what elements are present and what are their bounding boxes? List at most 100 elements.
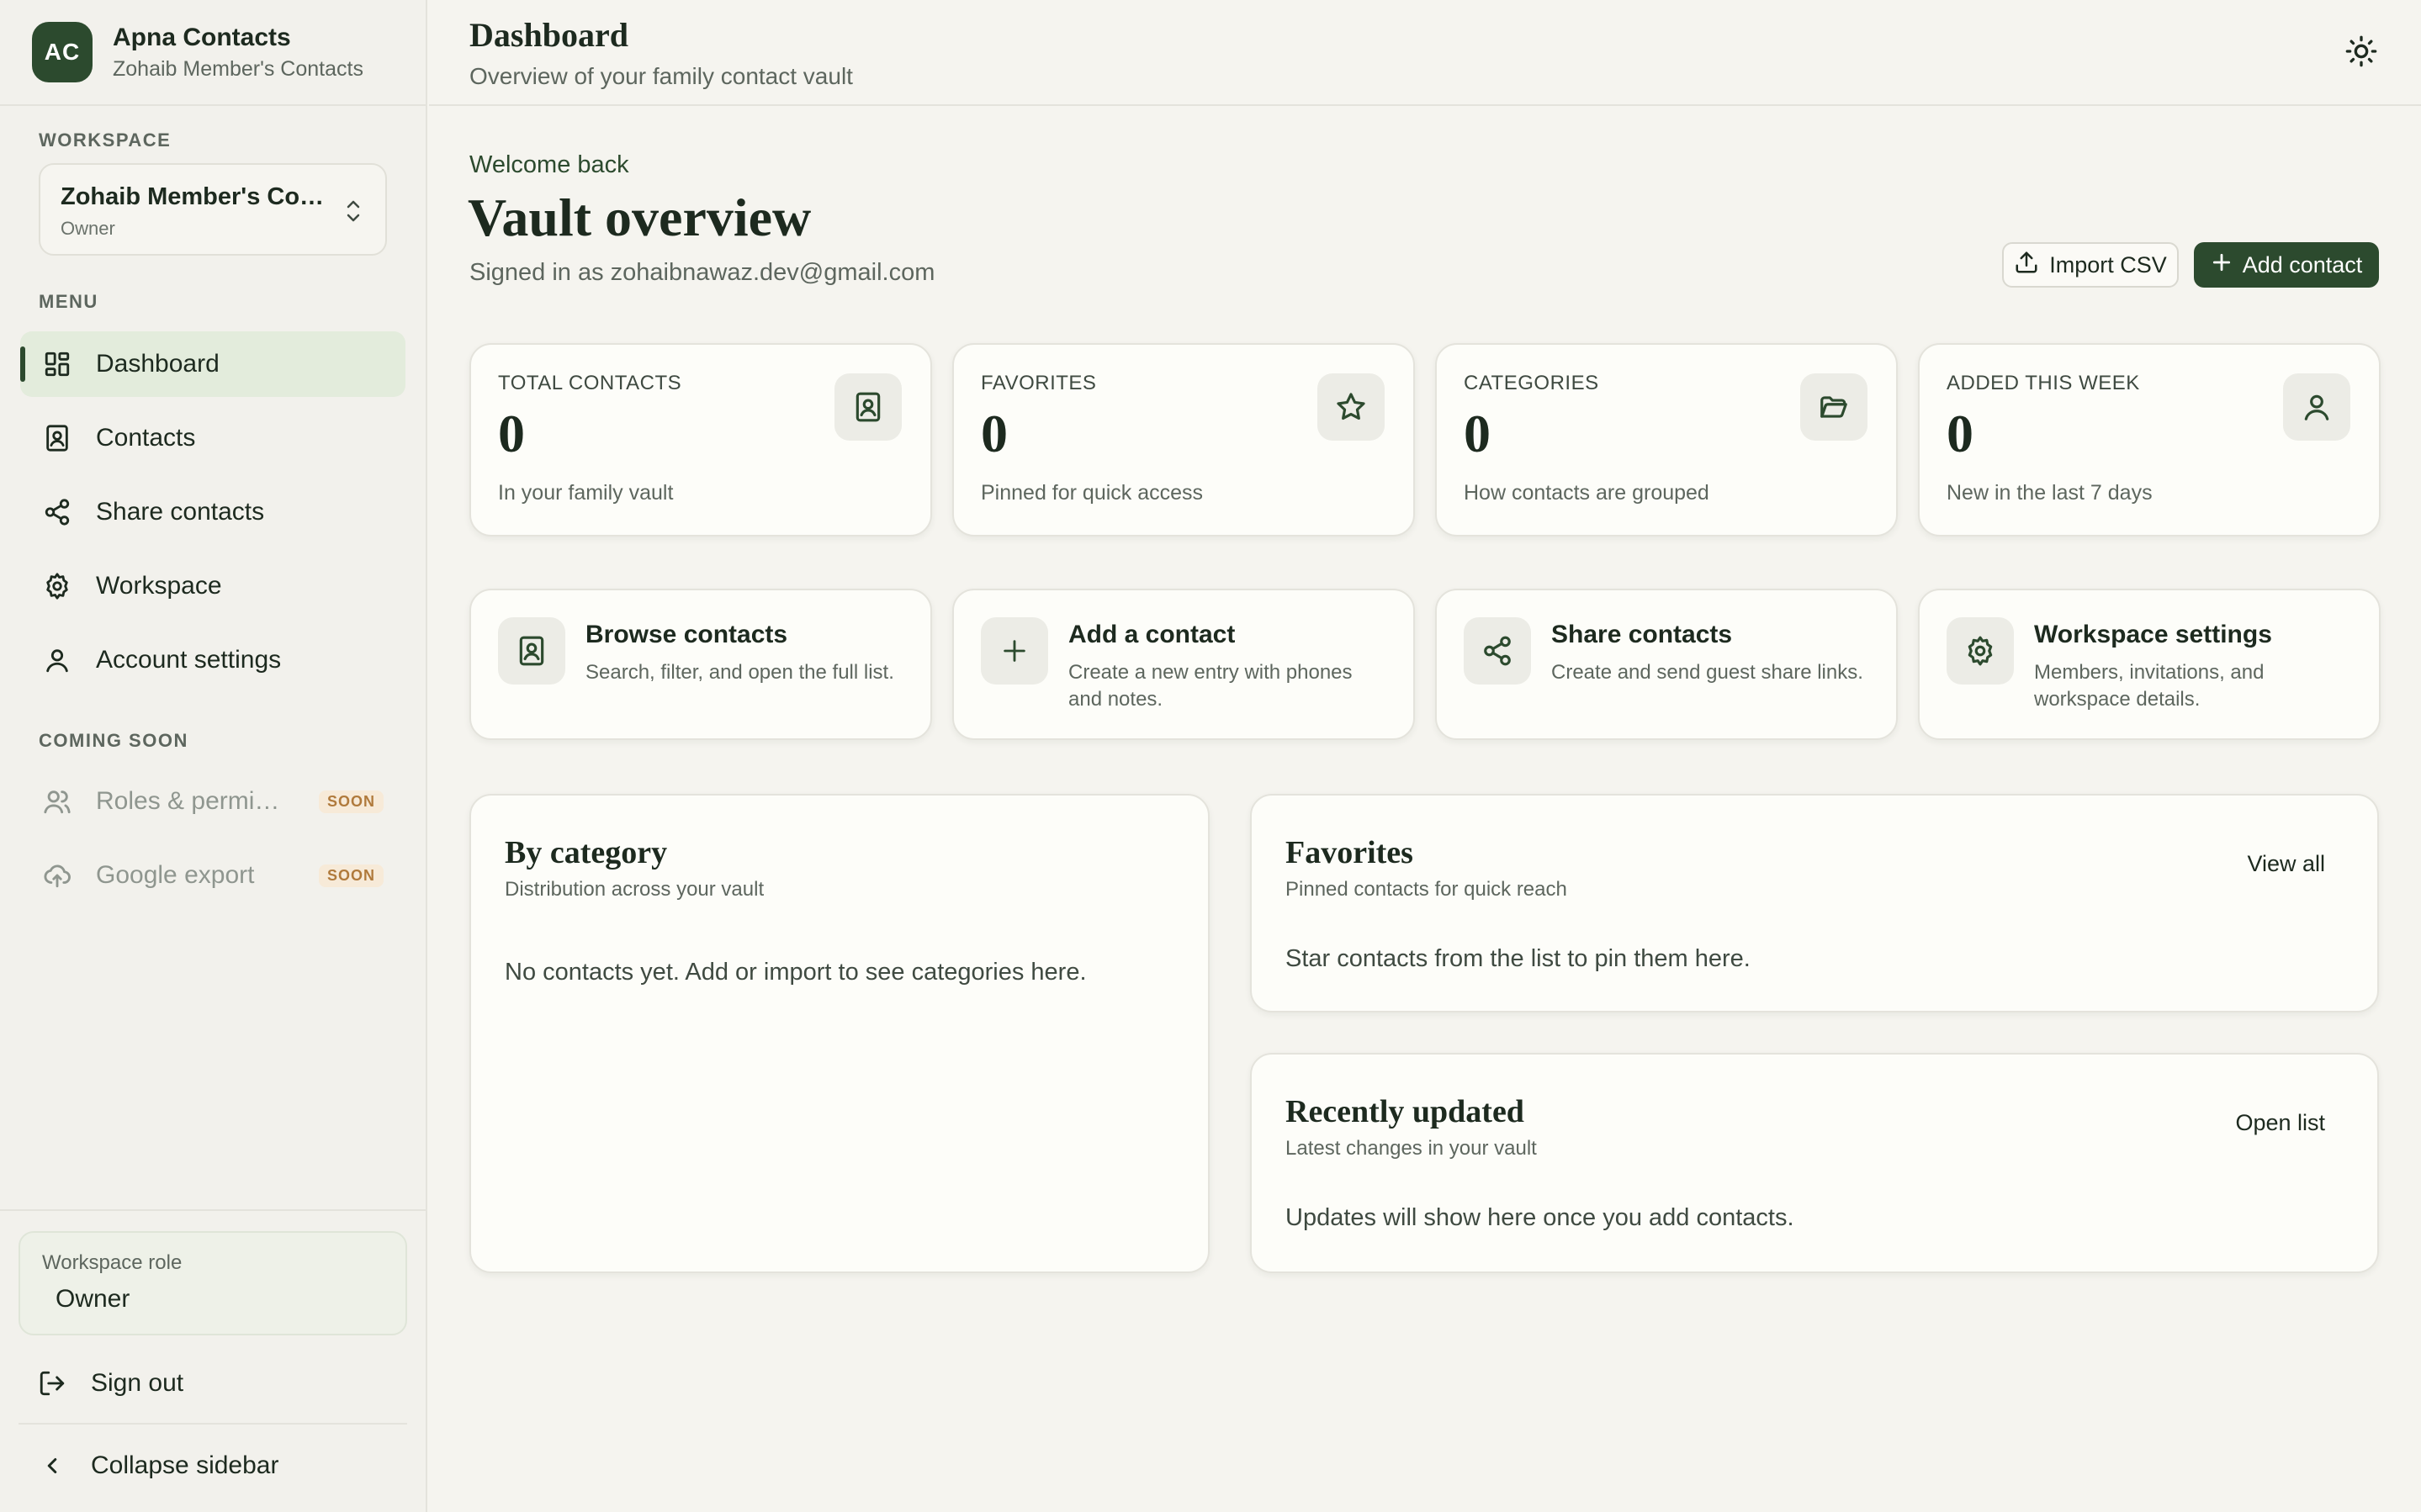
share-icon [1464,617,1531,685]
stat-card-total-contacts: TOTAL CONTACTS 0 In your family vault [469,343,932,537]
user-icon [2283,373,2350,441]
sign-out-label: Sign out [91,1369,184,1397]
workspace-role-box: Workspace role Owner [19,1231,407,1335]
share-icon [40,495,74,529]
nav-item-workspace[interactable]: Workspace [20,553,405,619]
sun-icon [2344,34,2378,72]
nav-label-workspace: Workspace [96,572,222,600]
plus-icon [981,617,1048,685]
by-category-panel: By category Distribution across your vau… [469,794,1210,1273]
action-title: Workspace settings [2034,621,2272,648]
sign-out-icon [35,1369,69,1398]
favorites-panel: Favorites Pinned contacts for quick reac… [1250,794,2379,1012]
stat-note: New in the last 7 days [1947,481,2153,505]
dashboard-icon [40,347,74,381]
panel-title: By category [505,835,668,870]
welcome-text: Welcome back [469,151,629,178]
app-name: Apna Contacts [113,23,291,51]
contact-book-icon [834,373,902,441]
nav-item-contacts[interactable]: Contacts [20,405,405,471]
folder-icon [1800,373,1867,441]
nav-item-share-contacts[interactable]: Share contacts [20,479,405,545]
import-csv-label: Import CSV [2049,251,2167,278]
nav-label-contacts: Contacts [96,424,196,452]
workspace-settings-card[interactable]: Workspace settings Members, invitations,… [1918,589,2381,740]
empty-state-text: Updates will show here once you add cont… [1285,1204,1794,1231]
chevron-left-icon [35,1453,69,1478]
action-description: Search, filter, and open the full list. [585,661,894,684]
action-description: Create and send guest share links. [1551,661,1863,684]
add-contact-button[interactable]: Add contact [2194,242,2379,288]
panel-title: Recently updated [1285,1094,1524,1129]
panel-title: Favorites [1285,835,1413,870]
open-list-link[interactable]: Open list [2235,1110,2325,1136]
panel-subtitle: Distribution across your vault [505,878,765,901]
workspace-name: Zohaib Member's Contacts [61,183,330,210]
theme-toggle-button[interactable] [2342,34,2381,72]
workspace-role-label: Workspace role [42,1251,183,1274]
user-icon [40,643,74,677]
stat-note: How contacts are grouped [1464,481,1709,505]
nav-label-dashboard: Dashboard [96,350,220,378]
stat-card-added-this-week: ADDED THIS WEEK 0 New in the last 7 days [1918,343,2381,537]
users-icon [40,785,74,818]
collapse-sidebar-label: Collapse sidebar [91,1451,279,1479]
soon-badge: SOON [318,864,384,887]
menu-section-label: MENU [39,291,98,312]
app-avatar: AC [32,22,93,82]
nav-label-account-settings: Account settings [96,646,282,674]
empty-state-text: No contacts yet. Add or import to see ca… [505,959,1087,986]
import-csv-button[interactable]: Import CSV [2002,242,2179,288]
sidebar-divider [19,1423,407,1425]
panel-subtitle: Latest changes in your vault [1285,1137,1537,1160]
action-title: Add a contact [1068,621,1236,648]
nav-item-google-export: Google export SOON [20,843,405,908]
page-subtitle: Overview of your family contact vault [469,63,853,89]
plus-icon [2211,251,2233,279]
cloud-upload-icon [40,859,74,892]
soon-badge: SOON [318,790,384,813]
action-description: Create a new entry with phones and notes… [1068,661,1353,711]
workspace-role-value: Owner [56,1285,130,1313]
contact-book-icon [498,617,565,685]
top-bar: Dashboard Overview of your family contac… [429,0,2421,106]
workspace-section-label: WORKSPACE [39,130,172,151]
empty-state-text: Star contacts from the list to pin them … [1285,945,1751,972]
collapse-sidebar-button[interactable]: Collapse sidebar [19,1436,407,1495]
app-subtitle: Zohaib Member's Contacts [113,56,363,81]
contact-book-icon [40,421,74,455]
sign-out-button[interactable]: Sign out [19,1354,407,1413]
coming-soon-section-label: COMING SOON [39,730,188,751]
gear-icon [40,569,74,603]
nav-item-account-settings[interactable]: Account settings [20,627,405,693]
nav-item-roles-permissions: Roles & permissions SOON [20,769,405,834]
sidebar-divider [0,1209,427,1211]
nav-item-dashboard[interactable]: Dashboard [20,331,405,397]
sidebar: AC Apna Contacts Zohaib Member's Contact… [0,0,427,1512]
stat-note: In your family vault [498,481,674,505]
stat-card-categories: CATEGORIES 0 How contacts are grouped [1435,343,1898,537]
browse-contacts-card[interactable]: Browse contacts Search, filter, and open… [469,589,932,740]
star-icon [1317,373,1385,441]
nav-label-google-export: Google export [96,861,255,889]
vault-title: Vault overview [468,188,812,247]
panel-subtitle: Pinned contacts for quick reach [1285,878,1567,901]
nav-label-roles-permissions: Roles & permissions [96,787,289,815]
nav-label-share-contacts: Share contacts [96,498,265,526]
action-title: Share contacts [1551,621,1733,648]
upload-icon [2014,250,2039,281]
stat-note: Pinned for quick access [981,481,1204,505]
workspace-selector[interactable]: Zohaib Member's Contacts Owner [39,163,387,256]
chevron-up-down-icon [343,197,363,230]
recently-updated-panel: Recently updated Latest changes in your … [1250,1053,2379,1273]
action-description: Members, invitations, and workspace deta… [2034,661,2265,711]
workspace-role: Owner [61,218,115,239]
page-title: Dashboard [469,16,628,54]
action-title: Browse contacts [585,621,788,648]
add-a-contact-card[interactable]: Add a contact Create a new entry with ph… [952,589,1415,740]
stat-card-favorites: FAVORITES 0 Pinned for quick access [952,343,1415,537]
gear-icon [1947,617,2014,685]
share-contacts-card[interactable]: Share contacts Create and send guest sha… [1435,589,1898,740]
view-all-link[interactable]: View all [2247,851,2325,877]
signed-in-text: Signed in as zohaibnawaz.dev@gmail.com [469,259,935,286]
